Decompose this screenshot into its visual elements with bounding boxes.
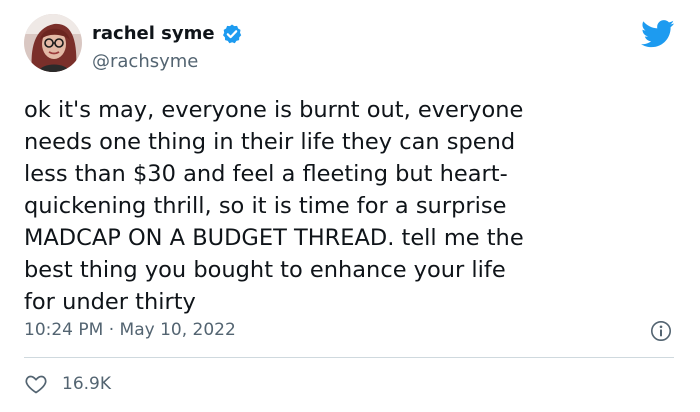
tweet-actions: 16.9K — [24, 372, 111, 396]
tweet-time: 10:24 PM — [24, 320, 104, 340]
tweet-text-line: needs one thing in their life they can s… — [24, 129, 516, 155]
author-name-row: rachel syme — [92, 22, 243, 46]
tweet-timestamp[interactable]: 10:24 PM · May 10, 2022 — [24, 319, 236, 341]
tweet-text-line: for under thirty — [24, 289, 196, 315]
tweet-card: rachel syme @rachsyme ok it's may, every… — [0, 0, 700, 412]
tweet-text-line: MADCAP ON A BUDGET THREAD. tell me the — [24, 225, 524, 251]
author-handle[interactable]: @rachsyme — [92, 50, 198, 74]
divider — [24, 357, 674, 358]
meta-separator: · — [108, 320, 115, 340]
twitter-bird-icon[interactable] — [641, 20, 675, 48]
tweet-text: ok it's may, everyone is burnt out, ever… — [24, 94, 674, 318]
display-name[interactable]: rachel syme — [92, 22, 215, 46]
heart-icon[interactable] — [24, 372, 48, 396]
tweet-text-line: ok it's may, everyone is burnt out, ever… — [24, 97, 524, 123]
avatar-image — [24, 14, 82, 72]
tweet-text-line: less than $30 and feel a fleeting but he… — [24, 161, 508, 187]
tweet-text-line: quickening thrill, so it is time for a s… — [24, 193, 507, 219]
tweet-text-line: best thing you bought to enhance your li… — [24, 257, 506, 283]
verified-badge-icon — [221, 23, 243, 45]
info-icon[interactable] — [650, 320, 672, 342]
tweet-date: May 10, 2022 — [119, 320, 236, 340]
avatar[interactable] — [24, 14, 82, 72]
like-count: 16.9K — [62, 374, 111, 394]
